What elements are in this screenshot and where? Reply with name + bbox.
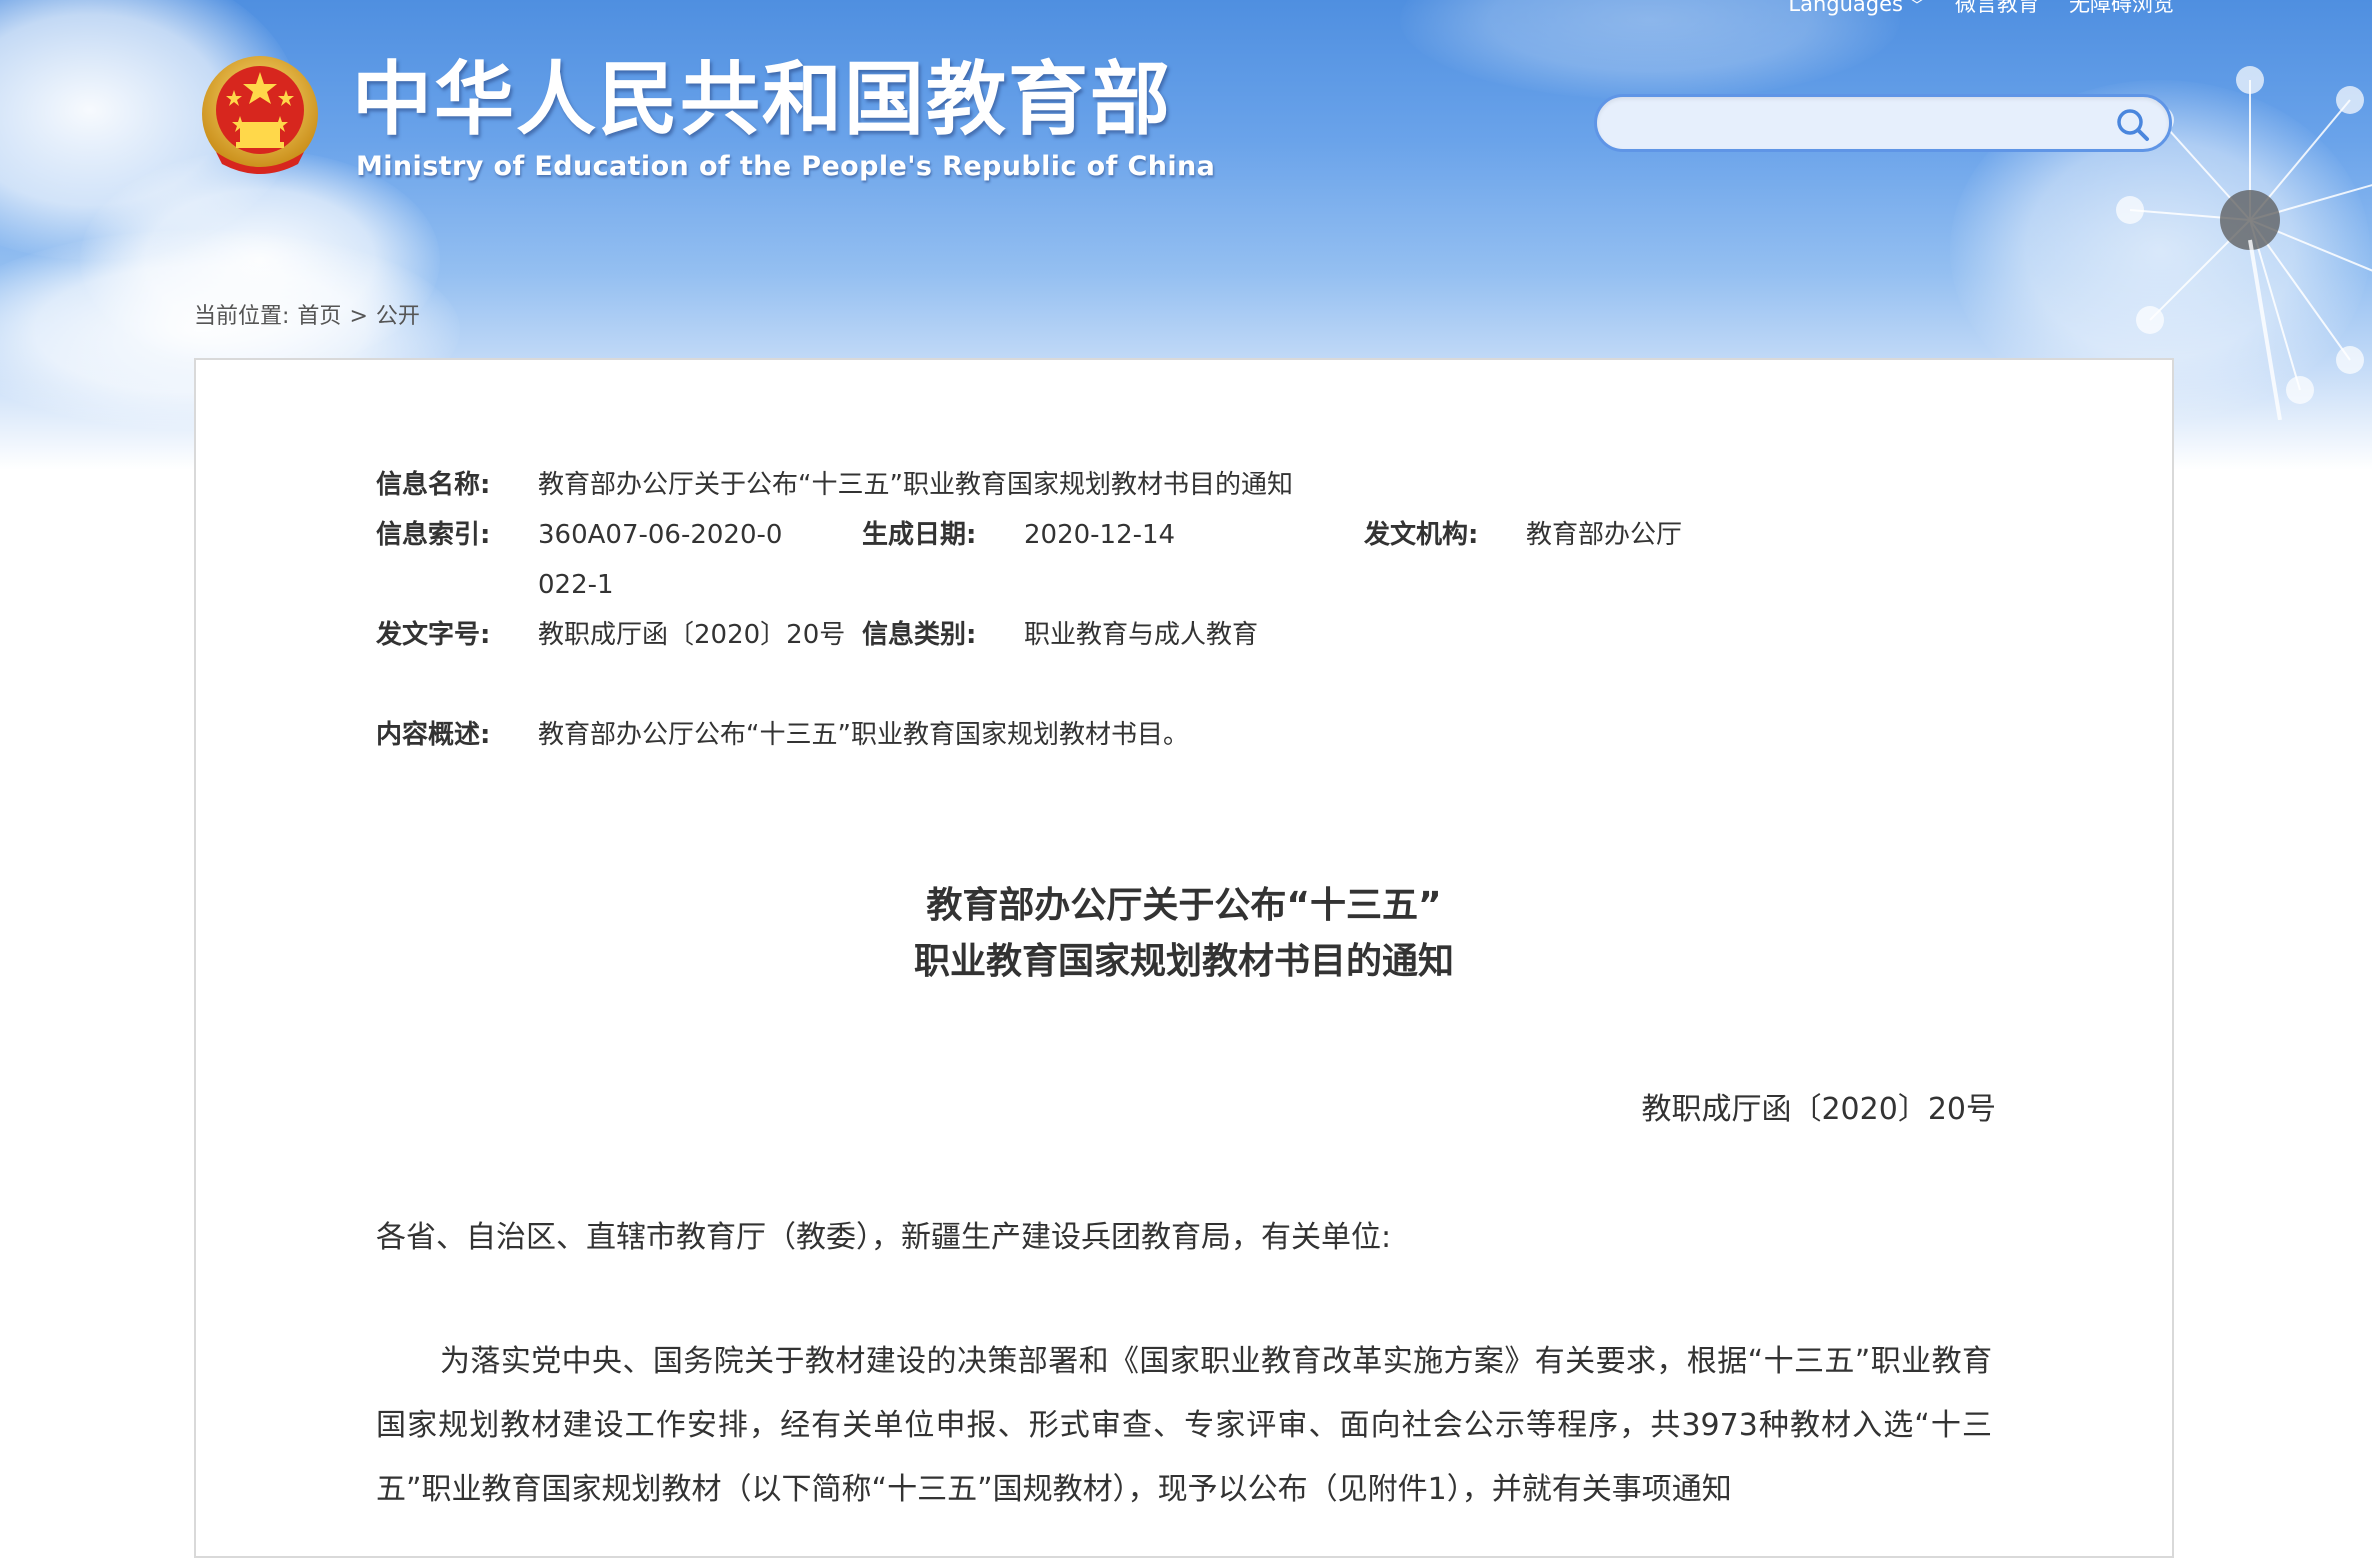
document-number: 教职成厅函〔2020〕20号 <box>1641 1092 1996 1127</box>
breadcrumb: 当前位置: 首页 > 公开 <box>194 302 420 332</box>
meta-summary-label: 内容概述: <box>376 720 491 750</box>
meta-category-value: 职业教育与成人教育 <box>1024 620 1259 650</box>
meta-date-label: 生成日期: <box>862 520 977 550</box>
document-recipient: 各省、自治区、直辖市教育厅（教委），新疆生产建设兵团教育局，有关单位: <box>376 1220 1392 1255</box>
accessibility-link[interactable]: 无障碍浏览 <box>2069 0 2174 15</box>
breadcrumb-separator: > <box>349 304 368 329</box>
breadcrumb-prefix: 当前位置: <box>194 304 290 329</box>
meta-category-label: 信息类别: <box>862 620 977 650</box>
languages-link[interactable]: Languages ﹀ <box>1788 0 1925 15</box>
site-title[interactable]: 中华人民共和国教育部 <box>352 52 1172 148</box>
meta-name-label: 信息名称: <box>376 470 491 500</box>
meta-name-value: 教育部办公厅关于公布“十三五”职业教育国家规划教材书目的通知 <box>538 470 1293 500</box>
weiyan-link[interactable]: 微言教育 <box>1955 0 2039 15</box>
meta-date-value: 2020-12-14 <box>1024 520 1176 550</box>
languages-label: Languages <box>1788 0 1903 16</box>
meta-docno-value: 教职成厅函〔2020〕20号 <box>538 620 846 650</box>
document-title: 教育部办公厅关于公布“十三五” 职业教育国家规划教材书目的通知 <box>196 878 2172 990</box>
meta-org-label: 发文机构: <box>1364 520 1479 550</box>
top-links-bar: Languages ﹀ 微言教育 无障碍浏览 <box>1788 0 2174 24</box>
national-emblem-icon[interactable] <box>196 52 324 180</box>
meta-docno-label: 发文字号: <box>376 620 491 650</box>
search-input[interactable] <box>1619 103 2093 145</box>
search-icon[interactable] <box>2115 107 2151 143</box>
search-box <box>1594 94 2172 152</box>
document-body-paragraph: 为落实党中央、国务院关于教材建设的决策部署和《国家职业教育改革实施方案》有关要求… <box>376 1344 1992 1507</box>
breadcrumb-home-link[interactable]: 首页 <box>297 302 341 332</box>
breadcrumb-current-link[interactable]: 公开 <box>376 302 420 332</box>
chevron-down-icon: ﹀ <box>1908 0 1925 15</box>
site-subtitle: Ministry of Education of the People's Re… <box>356 151 1216 182</box>
meta-index-label: 信息索引: <box>376 520 491 550</box>
meta-index-value: 360A07-06-2020-0022-1 <box>538 520 783 600</box>
document-title-line-2: 职业教育国家规划教材书目的通知 <box>913 941 1454 982</box>
content-panel: 信息名称: 教育部办公厅关于公布“十三五”职业教育国家规划教材书目的通知 信息索… <box>194 358 2174 1558</box>
meta-summary-value: 教育部办公厅公布“十三五”职业教育国家规划教材书目。 <box>538 720 1189 750</box>
document-title-line-1: 教育部办公厅关于公布“十三五” <box>926 885 1442 926</box>
meta-org-value: 教育部办公厅 <box>1526 520 1683 550</box>
